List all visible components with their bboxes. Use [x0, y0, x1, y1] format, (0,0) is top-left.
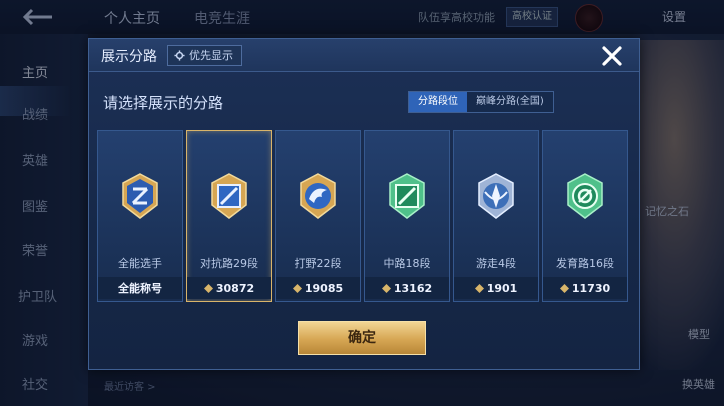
lane-card-value: 13162: [365, 277, 449, 299]
lane-card-value: 11730: [543, 277, 627, 299]
lane-card-name: 对抗路29段: [200, 257, 258, 270]
lane-mode-toggle: 分路段位 巅峰分路(全国): [408, 91, 554, 113]
lane-card-farm[interactable]: 发育路16段 11730: [542, 130, 628, 302]
lane-card-score: 30872: [215, 281, 255, 295]
dialog-title: 展示分路: [101, 49, 157, 65]
rank-diamond-icon: [292, 283, 302, 293]
jungle-emblem-icon: [300, 173, 336, 219]
lane-card-score: 1901: [486, 281, 518, 295]
lane-card-score: 19085: [304, 281, 344, 295]
clash-lane-emblem-icon: [211, 173, 247, 219]
lane-card-value: 1901: [454, 277, 538, 299]
rank-diamond-icon: [559, 283, 569, 293]
farm-lane-emblem-icon: [567, 173, 603, 219]
rank-diamond-icon: [381, 283, 391, 293]
lane-card-roam[interactable]: 游走4段 1901: [453, 130, 539, 302]
lane-card-score: 11730: [571, 281, 611, 295]
tab-lane-rank[interactable]: 分路段位: [409, 92, 467, 112]
roam-emblem-icon: [478, 173, 514, 219]
lane-card-name: 打野22段: [294, 257, 342, 270]
lane-card-mid[interactable]: 中路18段 13162: [364, 130, 450, 302]
rank-diamond-icon: [474, 283, 484, 293]
lane-card-score: 13162: [393, 281, 433, 295]
all-round-emblem-icon: [122, 173, 158, 219]
dialog-header: 展示分路 优先显示: [89, 39, 639, 72]
gear-icon: [174, 50, 185, 61]
lane-card-jungle[interactable]: 打野22段 19085: [275, 130, 361, 302]
lane-card-value: 19085: [276, 277, 360, 299]
lane-card-name: 游走4段: [476, 257, 516, 270]
rank-diamond-icon: [203, 283, 213, 293]
priority-display-label: 优先显示: [189, 49, 233, 62]
lane-card-name: 全能选手: [118, 257, 162, 270]
lane-card-score: 全能称号: [118, 282, 162, 295]
lane-card-value: 全能称号: [98, 277, 182, 299]
lane-display-dialog: 展示分路 优先显示 请选择展示的分路 分路段位 巅峰分路(全国) 全能选手 全能…: [88, 38, 640, 370]
mid-lane-emblem-icon: [389, 173, 425, 219]
lane-card-name: 发育路16段: [556, 257, 614, 270]
priority-display-button[interactable]: 优先显示: [167, 45, 242, 66]
lane-card-clash[interactable]: 对抗路29段 30872: [186, 130, 272, 302]
lane-card-list: 全能选手 全能称号 对抗路29段 30872 打野22段 19085 中路18段…: [97, 130, 629, 302]
confirm-button[interactable]: 确定: [298, 321, 426, 355]
lane-card-value: 30872: [187, 277, 271, 299]
lane-card-all-round[interactable]: 全能选手 全能称号: [97, 130, 183, 302]
dialog-subtitle: 请选择展示的分路: [103, 94, 224, 112]
close-icon[interactable]: [597, 41, 627, 71]
lane-card-name: 中路18段: [383, 257, 431, 270]
tab-peak-lane-national[interactable]: 巅峰分路(全国): [467, 92, 553, 112]
